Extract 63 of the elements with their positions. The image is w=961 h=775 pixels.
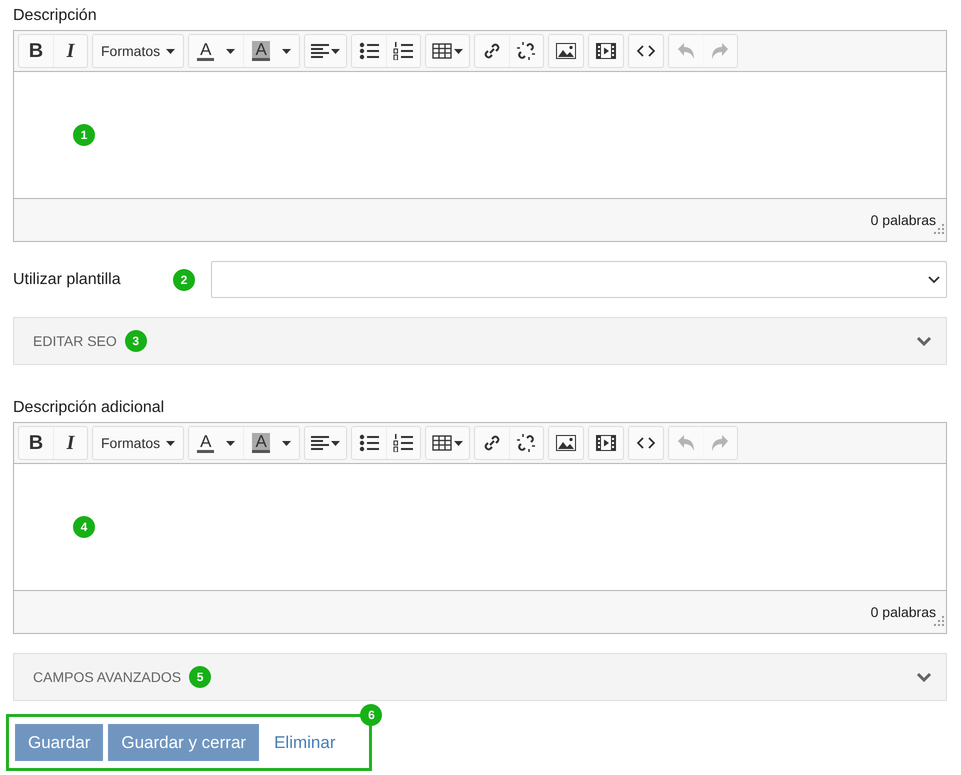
link-icon: [482, 433, 502, 453]
resize-handle-icon: [934, 224, 944, 234]
callout-number: 4: [73, 516, 95, 538]
background-color-button[interactable]: A: [243, 35, 299, 67]
italic-button[interactable]: I: [53, 427, 87, 459]
field-label: Utilizar plantilla: [13, 270, 122, 290]
italic-button[interactable]: I: [53, 35, 87, 67]
caret-icon: [454, 440, 463, 446]
align-left-icon: [310, 435, 329, 451]
redo-icon: [711, 434, 730, 452]
code-icon: [636, 45, 655, 57]
align-left-icon: [310, 43, 329, 59]
chevron-down-icon: [917, 672, 931, 682]
bullet-list-icon: [358, 42, 379, 60]
caret-icon: [166, 440, 176, 446]
field-label: Descripción: [13, 6, 97, 26]
collapsible-section-header[interactable]: EDITAR SEO 3: [13, 317, 947, 365]
table-icon: [432, 435, 452, 451]
film-icon: [596, 43, 616, 59]
text-color-button[interactable]: A: [189, 35, 244, 67]
chevron-down-icon: [928, 276, 940, 284]
caret-icon: [454, 48, 463, 54]
broken-link-icon: [516, 41, 536, 61]
numbered-list-icon: [393, 434, 414, 452]
chevron-down-icon: [917, 336, 931, 346]
resize-handle-icon: [934, 616, 944, 626]
callout-number: 6: [360, 704, 382, 726]
caret-icon: [226, 48, 236, 54]
caret-icon: [330, 440, 340, 446]
bold-button[interactable]: B: [19, 427, 53, 459]
caret-icon: [166, 48, 176, 54]
link-icon: [482, 41, 502, 61]
caret-icon: [330, 48, 340, 54]
image-icon: [556, 435, 576, 451]
callout-number: 2: [173, 268, 195, 290]
film-icon: [596, 435, 616, 451]
word-count: 0 palabras: [870, 602, 936, 622]
text-color-button[interactable]: A: [189, 427, 244, 459]
link[interactable]: Eliminar: [264, 730, 346, 756]
rich-text-editor[interactable]: B I Formatos A A 4 0 palabras: [13, 422, 947, 634]
callout-number: 3: [124, 330, 147, 352]
table-icon: [432, 43, 452, 59]
word-count: 0 palabras: [870, 210, 936, 230]
caret-icon: [282, 440, 291, 446]
numbered-list-icon: [393, 42, 414, 60]
formats-dropdown[interactable]: Formatos: [93, 35, 184, 67]
undo-icon: [676, 42, 695, 60]
bullet-list-icon: [358, 434, 379, 452]
field-label: Descripción adicional: [13, 398, 164, 418]
callout-number: 5: [189, 666, 212, 688]
redo-icon: [711, 42, 730, 60]
caret-icon: [226, 440, 236, 446]
background-color-button[interactable]: A: [243, 427, 299, 459]
caret-icon: [282, 48, 291, 54]
undo-icon: [676, 434, 695, 452]
rich-text-editor[interactable]: B I Formatos A A 1 0 palabras: [13, 30, 947, 242]
formats-dropdown[interactable]: Formatos: [93, 427, 184, 459]
broken-link-icon: [516, 433, 536, 453]
callout-number: 1: [73, 124, 95, 146]
bold-button[interactable]: B: [19, 35, 53, 67]
collapsible-section-header[interactable]: CAMPOS AVANZADOS 5: [13, 653, 947, 701]
image-icon: [556, 43, 576, 59]
code-icon: [636, 437, 655, 449]
